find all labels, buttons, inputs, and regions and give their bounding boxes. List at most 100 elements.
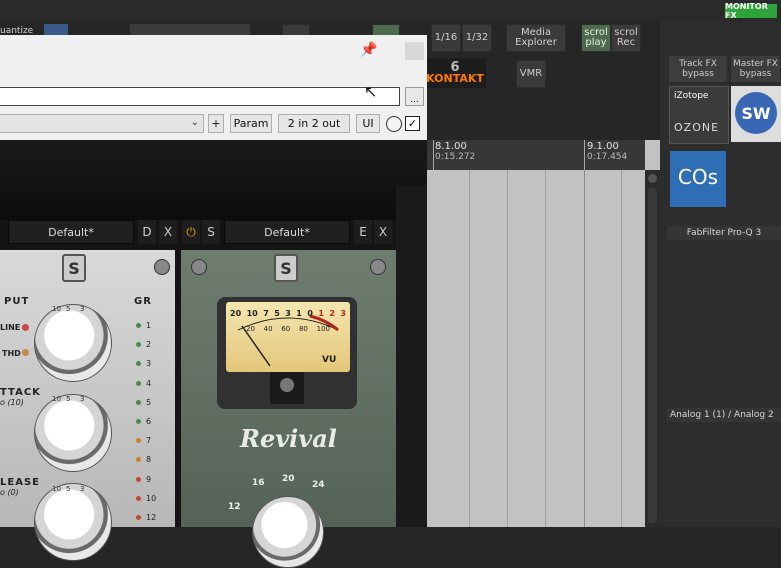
- release-knob[interactable]: [34, 483, 112, 561]
- slate-logo: S: [274, 254, 298, 282]
- attack-label: TTACK: [0, 387, 41, 398]
- gr-scale-label: 6: [146, 417, 152, 427]
- vu-lower-scale-label: 100: [316, 325, 330, 333]
- gr-row: 9: [136, 470, 166, 489]
- grid-line: [584, 170, 585, 527]
- kontakt-button[interactable]: 6 KONTAKT: [424, 58, 486, 88]
- grid-1-32-button[interactable]: 1/32: [462, 24, 492, 52]
- left-d-button[interactable]: D: [138, 220, 156, 244]
- vu-lower-scale-label: 20: [246, 325, 255, 333]
- gr-scale-label: 12: [146, 512, 157, 522]
- dial-number: 16: [252, 478, 265, 488]
- plugin-header-texture: [0, 140, 427, 220]
- arrange-view[interactable]: [427, 140, 660, 527]
- gr-row: 6: [136, 412, 166, 431]
- input-knob[interactable]: [34, 304, 112, 382]
- sw-plugin-button[interactable]: SW: [731, 86, 781, 142]
- gr-scale-label: 8: [146, 455, 152, 465]
- scroll-rec-button[interactable]: scrol Rec: [611, 24, 641, 52]
- gr-row: 8: [136, 450, 166, 469]
- marker-8: 8.1.00 0:15.272: [435, 141, 475, 162]
- thd-label: THD: [2, 349, 21, 358]
- thd-led: [22, 349, 29, 356]
- enable-checkbox[interactable]: ✓: [405, 116, 420, 131]
- revival-dial[interactable]: 16 20 24 12: [228, 474, 348, 568]
- gr-led: [136, 457, 141, 463]
- revival-e-button[interactable]: E: [354, 220, 372, 244]
- track-fx-bypass-button[interactable]: Track FX bypass: [668, 55, 728, 83]
- master-fx-bypass-button[interactable]: Master FX bypass: [730, 55, 781, 83]
- marker-bar: 8.1.00: [435, 141, 467, 152]
- monitor-fx-indicator[interactable]: MONITOR FX: [725, 2, 777, 20]
- marker-time: 0:15.272: [435, 152, 476, 162]
- left-preset-field[interactable]: Default*: [8, 220, 134, 244]
- gr-row: 1: [136, 316, 166, 335]
- vmr-button[interactable]: VMR: [516, 60, 546, 88]
- preset-dropdown[interactable]: ⌄: [0, 114, 204, 133]
- ruler-tick: [433, 140, 434, 170]
- gr-scale-label: 2: [146, 340, 152, 350]
- knob-scale-label: 3: [80, 395, 85, 403]
- gr-led: [136, 438, 141, 444]
- dial-number: 20: [282, 474, 295, 484]
- vu-lower-scale-label: 40: [263, 325, 273, 333]
- scroll-play-button[interactable]: scrol play: [581, 24, 611, 52]
- marker-9: 9.1.00 0:17.454: [587, 141, 627, 162]
- vu-lower-scale-label: 80: [298, 325, 308, 333]
- grid-line: [545, 170, 546, 527]
- attack-knob[interactable]: [34, 394, 112, 472]
- ruler-tick: [584, 140, 585, 170]
- browse-button[interactable]: ...: [405, 87, 424, 106]
- media-explorer-button[interactable]: Media Explorer: [506, 24, 566, 52]
- left-close-button[interactable]: X: [159, 220, 177, 244]
- gr-led: [136, 342, 141, 348]
- line-label: LINE: [0, 323, 21, 332]
- screw-icon: [370, 259, 386, 275]
- revival-knob[interactable]: [252, 496, 324, 568]
- power-icon[interactable]: ⏻: [182, 220, 200, 244]
- grid-1-16-button[interactable]: 1/16: [431, 24, 461, 52]
- gr-led: [136, 361, 141, 367]
- ui-button[interactable]: UI: [356, 114, 380, 133]
- knob-scale-label: 5: [66, 485, 71, 493]
- chevron-down-icon: ⌄: [190, 117, 199, 128]
- fabfilter-slot[interactable]: FabFilter Pro-Q 3: [667, 226, 781, 240]
- ozone-plugin-button[interactable]: iZotope OZONE: [669, 86, 729, 144]
- vu-scale-label: 3: [285, 309, 291, 318]
- grid-line: [507, 170, 508, 527]
- vu-scale-label: 5: [274, 309, 280, 318]
- gr-led: [136, 419, 141, 425]
- vu-scale-label: 10: [246, 309, 258, 318]
- dial-number: 12: [228, 502, 241, 512]
- revival-title: Revival: [240, 424, 337, 453]
- vu-scale-label: 3: [340, 309, 346, 318]
- scrollbar-thumb[interactable]: [648, 188, 657, 523]
- knob-scale-label: 3: [80, 305, 85, 313]
- gr-row: 3: [136, 354, 166, 373]
- gr-label: GR: [134, 296, 152, 307]
- add-preset-button[interactable]: +: [208, 114, 224, 133]
- analog-io-label[interactable]: Analog 1 (1) / Analog 2: [667, 408, 781, 422]
- screw-icon: [154, 259, 170, 275]
- pin-icon[interactable]: 📌: [360, 42, 377, 58]
- scroll-up-icon[interactable]: [648, 174, 657, 183]
- gr-scale-label: 3: [146, 359, 152, 369]
- param-button[interactable]: Param: [230, 114, 272, 133]
- revival-preset-field[interactable]: Default*: [224, 220, 350, 244]
- dial-number: 24: [312, 480, 325, 490]
- plugin-path-field[interactable]: [0, 87, 400, 106]
- vu-scale-label: 2: [329, 309, 335, 318]
- gr-led: [136, 399, 141, 405]
- vertical-scrollbar[interactable]: [645, 170, 660, 527]
- revival-s-button[interactable]: S: [202, 220, 220, 244]
- meter-adjust-screw[interactable]: [280, 378, 294, 392]
- wet-knob-icon[interactable]: [386, 116, 402, 132]
- window-corner-button[interactable]: [405, 42, 424, 60]
- cos-plugin-button[interactable]: COs: [670, 151, 726, 207]
- io-routing-button[interactable]: 2 in 2 out: [278, 114, 350, 133]
- gr-scale-label: 7: [146, 436, 152, 446]
- gr-scale-label: 9: [146, 474, 152, 484]
- revival-close-button[interactable]: X: [374, 220, 392, 244]
- line-led: [22, 324, 29, 331]
- gr-scale-label: 4: [146, 378, 152, 388]
